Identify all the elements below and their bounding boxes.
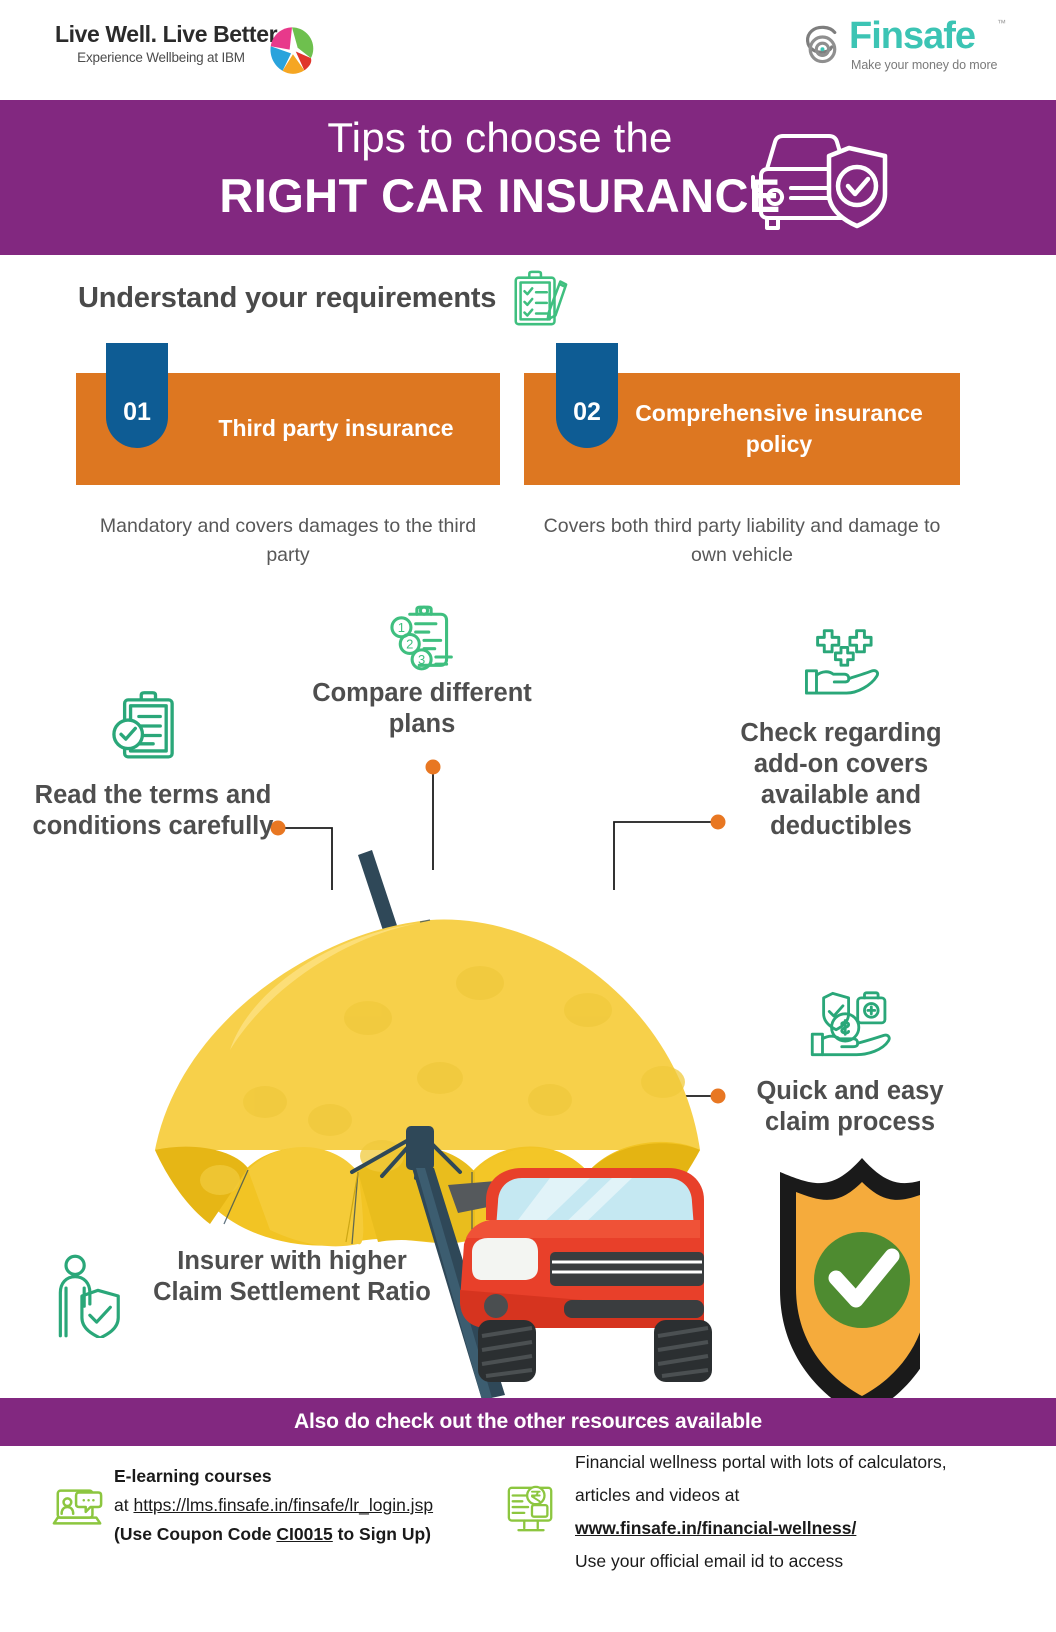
ibm-wellbeing-logo: Live Well. Live Better. Experience Wellb… [55,22,325,77]
footer-elearning-heading: E-learning courses [114,1466,272,1486]
numbered-list-clipboard-icon: 1 2 3 [390,605,453,671]
requirement-description-2: Covers both third party liability and da… [543,515,941,566]
requirement-card-2: 02 Comprehensive insurance policy [524,343,960,485]
svg-text:2: 2 [406,637,413,652]
svg-text:1: 1 [398,620,405,635]
footer-coupon-code: CI0015 [276,1524,333,1544]
finsafe-tagline: Make your money do more [851,58,998,72]
requirement-badge-2: 02 [556,343,618,448]
e-learning-laptop-icon [52,1489,103,1525]
finsafe-trademark-symbol: ™ [997,18,1006,28]
hand-with-plus-signs-icon [805,629,879,695]
footer-wellness-line4: Use your official email id to access [575,1551,844,1571]
finsafe-logo: Finsafe ™ Make your money do more [801,15,1016,78]
footer-wellness-line1: Financial wellness portal with lots of c… [575,1452,947,1472]
ibm-logo-line2: Experience Wellbeing at IBM [77,50,245,65]
footer-coupon-prefix: (Use Coupon Code [114,1524,277,1544]
footer-elearning-text: E-learning courses at https://lms.finsaf… [114,1462,433,1549]
title-banner: Tips to choose the RIGHT CAR INSURANCE [0,100,1056,255]
feature-claim-settlement-ratio: Insurer with higher Claim Settlement Rat… [44,1246,444,1376]
clipboard-checklist-pencil-icon [514,270,568,326]
red-car-front [448,1168,712,1382]
connector-dot-compare-plans [425,759,441,775]
feature-claim-process-label: Quick and easy claim process [756,1077,944,1136]
footer-coupon-suffix: to Sign Up) [332,1524,431,1544]
ibm-pinwheel-mark-icon [270,27,314,74]
footer-wellness-line2: articles and videos at [575,1485,740,1505]
feature-add-on-covers-label: Check regarding add-on covers available … [740,719,942,840]
svg-text:3: 3 [418,652,425,667]
resources-strip: Also do check out the other resources av… [0,1398,1056,1446]
requirement-description-1: Mandatory and covers damages to the thir… [99,515,477,566]
shield-with-green-check [780,1158,920,1418]
top-logo-bar: Live Well. Live Better. Experience Wellb… [0,0,1056,96]
requirement-card-1: 01 Third party insurance [76,343,500,485]
requirement-label-2: Comprehensive insurance policy [635,400,923,457]
section-title-requirements: Understand your requirements [78,282,497,314]
finsafe-spiral-s-mark-icon [806,25,837,64]
footer-elearning-url-prefix: at [114,1495,134,1515]
finsafe-wordmark: Finsafe [849,15,976,57]
footer-coupon-line: (Use Coupon Code CI0015 to Sign Up) [114,1520,433,1549]
feature-claim-settlement-ratio-label: Insurer with higher Claim Settlement Rat… [153,1247,431,1306]
resources-strip-text: Also do check out the other resources av… [294,1410,762,1433]
person-with-shield-icon [58,1254,120,1338]
clipboard-check-icon [112,691,174,759]
requirement-number-1: 01 [123,398,151,426]
footer-elearning-url[interactable]: https://lms.finsafe.in/finsafe/lr_login.… [133,1495,433,1515]
requirement-number-2: 02 [573,398,601,426]
financial-wellness-monitor-icon [507,1485,553,1532]
requirement-label-1: Third party insurance [218,415,454,441]
footer-elearning-url-line: at https://lms.finsafe.in/finsafe/lr_log… [114,1491,433,1520]
requirement-badge-1: 01 [106,343,168,448]
footer-wellness-url[interactable]: www.finsafe.in/financial-wellness/ [575,1512,947,1545]
feature-compare-plans-label: Compare different plans [312,679,532,738]
infographic-page: Live Well. Live Better. Experience Wellb… [0,0,1056,1632]
hand-shield-coin-icon [810,991,891,1057]
footer-wellness-text: Financial wellness portal with lots of c… [575,1446,947,1578]
feature-read-terms-label: Read the terms and conditions carefully [32,781,274,840]
car-wheel-left [478,1320,536,1382]
car-shield-icon [751,134,888,230]
car-wheel-right [654,1320,712,1382]
